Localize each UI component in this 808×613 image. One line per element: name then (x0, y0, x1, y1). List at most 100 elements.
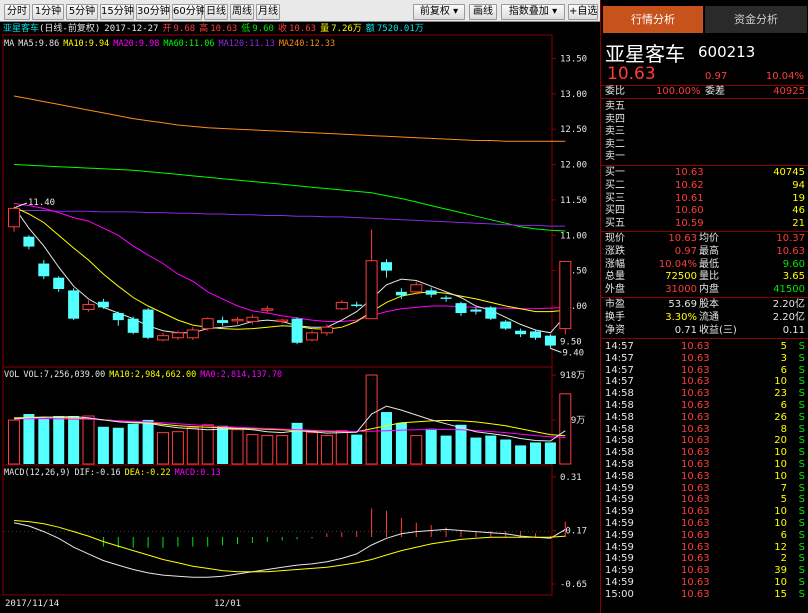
candle-body-up (410, 284, 423, 293)
stat-row: 涨跌 0.97 最高 10.63 (601, 246, 808, 258)
bid-row: 买三 10.61 19 (601, 193, 808, 205)
period-button-60min[interactable]: 60分钟 (172, 4, 206, 20)
period-button-30min[interactable]: 30分钟 (136, 4, 170, 20)
ask-label: 卖二 (605, 138, 625, 150)
candle-body-up (186, 329, 199, 339)
candle-body-up (335, 301, 348, 310)
candle-body-down (97, 301, 109, 308)
tick-price: 10.63 (681, 588, 710, 600)
tick-volume: 6 (780, 400, 787, 411)
fund-value: 2.20亿 (772, 299, 805, 310)
current-price: 10.63 (607, 64, 656, 84)
tick-price: 10.63 (681, 529, 710, 541)
tick-price: 10.63 (681, 447, 710, 459)
macd-axis: 0.31 -0.17 -0.65 (552, 473, 587, 590)
price-axis-label: 9.50 (560, 337, 582, 347)
tick-row: 14:58 10.63 20 S (601, 435, 808, 447)
tick-volume: 7 (780, 482, 787, 494)
bid-volume: 94 (792, 179, 805, 191)
candle-body-down (470, 309, 482, 312)
date-label-dec: 12/01 (214, 599, 241, 609)
bid-volume: 40745 (773, 167, 805, 178)
drawing-button[interactable]: 画线 (469, 4, 497, 20)
header-date: 2017-12-27 (104, 24, 158, 34)
volume-bar-up (365, 374, 378, 465)
tick-row: 14:59 10.63 10 S (601, 506, 808, 518)
restore-label: 前复权 (419, 6, 450, 17)
price-axis-label: 13.00 (560, 90, 587, 100)
volume-bar-up (157, 432, 169, 465)
bid-row: 买五 10.59 21 (601, 218, 808, 230)
period-button-timeshare[interactable]: 分时 (4, 4, 30, 20)
tick-time: 14:58 (605, 435, 634, 447)
tick-time: 14:58 (605, 400, 634, 411)
tick-row: 14:59 10.63 10 S (601, 577, 808, 589)
fund-value: 53.69 (668, 299, 697, 310)
bid-row: 买四 10.60 46 (601, 205, 808, 217)
legend-item: MA10:2,984,662.00 (109, 370, 196, 380)
restore-dropdown[interactable]: 前复权 ▾ (413, 4, 465, 20)
period-button-1min[interactable]: 1分钟 (32, 4, 64, 20)
tick-volume: 39 (774, 565, 787, 577)
candle-body-up (365, 260, 378, 320)
tick-time: 14:59 (605, 518, 634, 529)
tick-volume: 10 (774, 518, 787, 529)
volume-bar-up (261, 435, 274, 465)
tick-price: 10.63 (681, 376, 710, 388)
volume-axis-label: 918万 (560, 371, 585, 381)
volume-bar-up (410, 435, 423, 465)
tick-row: 14:57 10.63 3 S (601, 353, 808, 365)
tick-time: 14:59 (605, 482, 634, 494)
candle-body-down (68, 290, 80, 319)
volume-bar-down (97, 426, 109, 464)
tick-row: 14:57 10.63 5 S (601, 341, 808, 353)
tick-time: 15:00 (605, 588, 634, 600)
tab-fund-analysis[interactable]: 资金分析 (705, 6, 807, 33)
volume-bar-up (231, 429, 244, 465)
ma-line (13, 206, 566, 334)
ma-legend: MA MA5:9.86 MA10:9.94 MA20:9.98 MA60:11.06 MA… (4, 39, 335, 49)
chevron-down-icon: ▾ (453, 6, 459, 17)
tick-row: 14:59 10.63 6 S (601, 530, 808, 542)
tick-row: 14:59 10.63 39 S (601, 565, 808, 577)
tick-price: 10.63 (681, 482, 710, 494)
fund-row: 净资 0.71 收益(三) 0.11 (601, 325, 808, 337)
price-axis-label: 13.50 (560, 54, 587, 64)
fund-row: 换手 3.30% 流通 2.20亿 (601, 312, 808, 324)
ask-row: 卖三 (601, 126, 808, 138)
tick-side: S (798, 506, 805, 518)
tick-side: S (798, 352, 805, 364)
tick-price: 10.63 (681, 506, 710, 518)
period-button-5min[interactable]: 5分钟 (66, 4, 98, 20)
volume-bar-down (395, 422, 407, 464)
tick-time: 14:58 (605, 423, 634, 435)
ask-label: 卖三 (605, 126, 625, 138)
tick-row: 14:58 10.63 8 S (601, 424, 808, 436)
tick-volume: 20 (774, 435, 787, 447)
bid-label: 买一 (605, 167, 625, 178)
tick-price: 10.63 (681, 518, 710, 529)
tab-market-analysis[interactable]: 行情分析 (603, 6, 703, 33)
header-open-label: 开 (162, 23, 171, 34)
period-button-monthly[interactable]: 月线 (256, 4, 280, 20)
candle-body-up (261, 308, 274, 311)
tick-time: 14:57 (605, 352, 634, 364)
period-button-daily[interactable]: 日线 (204, 4, 228, 20)
tick-side: S (798, 364, 805, 376)
period-button-15min[interactable]: 15分钟 (100, 4, 134, 20)
tick-time: 14:58 (605, 447, 634, 459)
tick-price: 10.63 (681, 341, 710, 352)
candle-body-up (157, 335, 169, 341)
kline-chart[interactable]: 13.5013.0012.5012.0011.5011.0010.5010.00… (0, 22, 600, 613)
candle-body-up (276, 319, 289, 323)
period-button-weekly[interactable]: 周线 (230, 4, 254, 20)
tick-volume: 8 (780, 423, 787, 435)
add-watchlist-button[interactable]: +自选 (568, 4, 598, 20)
candle-body-up (559, 260, 572, 330)
price-axis-label: 12.00 (560, 161, 587, 171)
macd-legend: MACD(12,26,9) DIF:-0.16 DEA:-0.22 MACD:0.13 (4, 468, 221, 478)
stat-row: 现价 10.63 均价 10.37 (601, 233, 808, 245)
index-overlay-dropdown[interactable]: 指数叠加 ▾ (501, 4, 565, 20)
tick-side: S (798, 411, 805, 423)
ask-label: 卖五 (605, 101, 625, 112)
